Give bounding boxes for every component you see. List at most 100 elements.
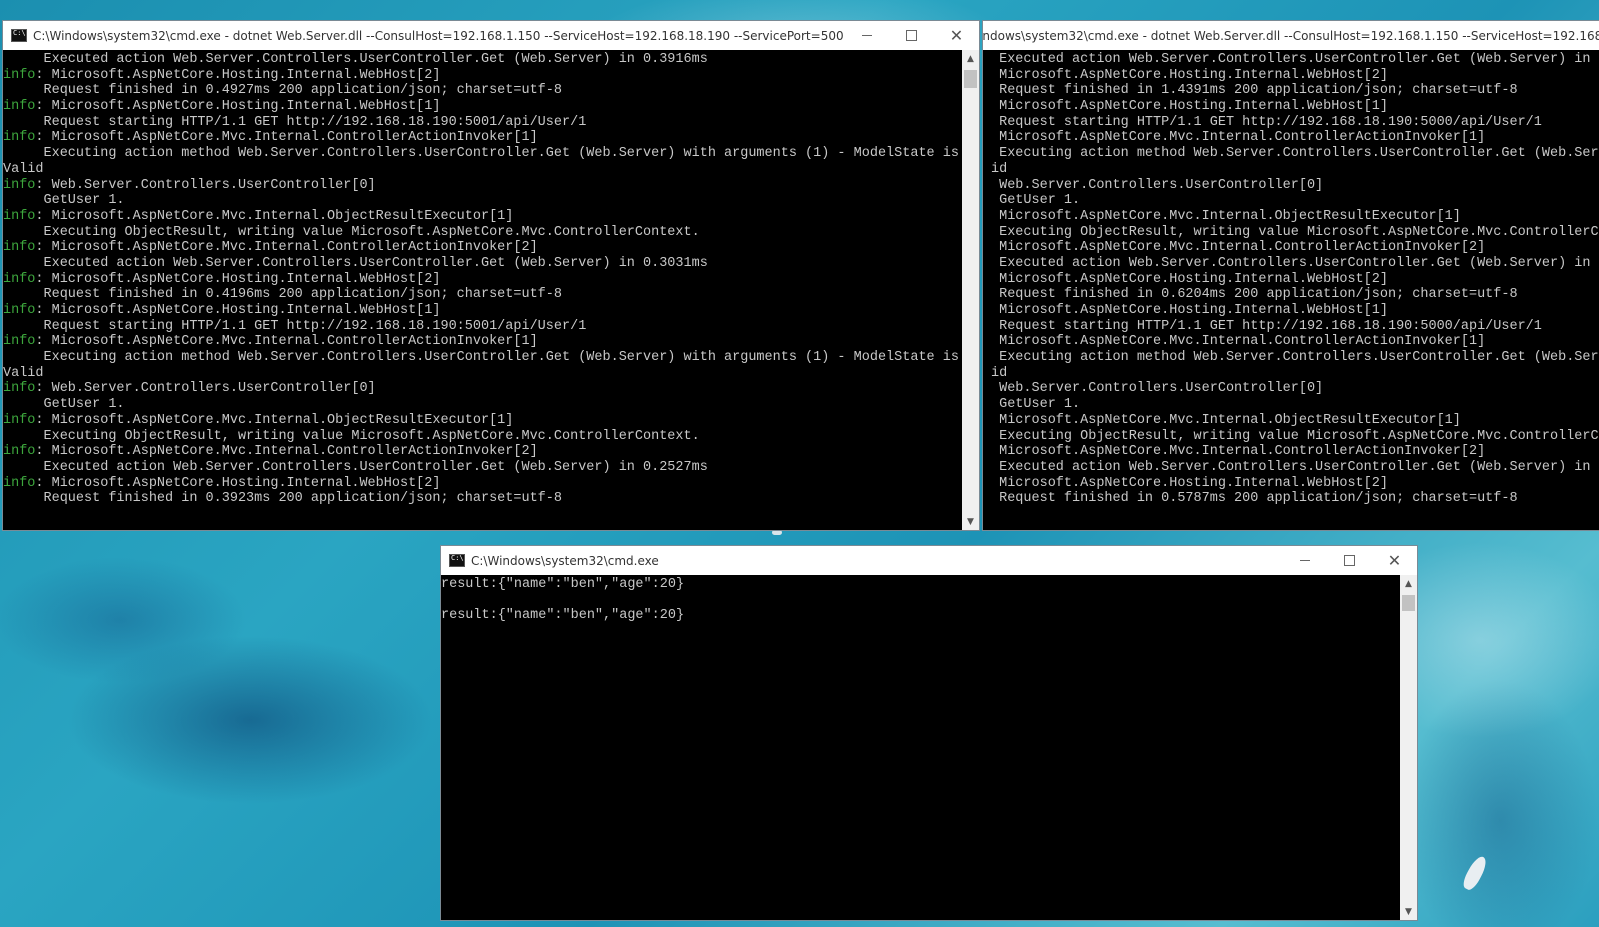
log-text: : Microsoft.AspNetCore.Mvc.Internal.Cont… [35,444,538,460]
log-level-tag: info [3,240,36,256]
console-line: Microsoft.AspNetCore.Hosting.Internal.We… [991,303,1599,319]
window-title: C:\Windows\system32\cmd.exe [471,553,659,568]
close-icon[interactable]: ✕ [1372,546,1417,575]
log-text: Microsoft.AspNetCore.Mvc.Internal.Contro… [991,240,1486,256]
log-text: Request finished in 0.3923ms 200 applica… [3,491,563,507]
console-line: Executing ObjectResult, writing value Mi… [991,429,1599,445]
log-text: Executed action Web.Server.Controllers.U… [991,459,1599,475]
console-line: GetUser 1. [991,193,1599,209]
log-level-tag: info [3,475,36,491]
titlebar[interactable]: C:\Windows\system32\cmd.exe ✕ [441,546,1417,575]
log-text: GetUser 1. [991,193,1081,209]
log-text: GetUser 1. [3,397,125,413]
log-text: Microsoft.AspNetCore.Hosting.Internal.We… [991,303,1388,318]
console-line: Microsoft.AspNetCore.Mvc.Internal.Contro… [991,130,1599,146]
log-text: Request finished in 1.4391ms 200 applica… [991,83,1518,99]
log-text: : Microsoft.AspNetCore.Hosting.Internal.… [35,271,441,287]
console-line: Request finished in 0.4927ms 200 applica… [3,83,962,99]
log-text: Request finished in 0.6204ms 200 applica… [991,287,1518,303]
log-text: id [991,161,1008,177]
console-line: Executing ObjectResult, writing value Mi… [991,225,1599,241]
log-text: Microsoft.AspNetCore.Mvc.Internal.Contro… [991,130,1486,146]
console-line: Executing action method Web.Server.Contr… [3,350,962,366]
console-line: info: Microsoft.AspNetCore.Hosting.Inter… [3,272,962,288]
log-text: : Microsoft.AspNetCore.Mvc.Internal.Cont… [35,240,538,256]
console-output[interactable]: Executed action Web.Server.Controllers.U… [983,50,1599,530]
log-text: : Microsoft.AspNetCore.Mvc.Internal.Obje… [35,412,514,428]
scroll-thumb[interactable] [964,70,977,88]
console-line: info: Microsoft.AspNetCore.Hosting.Inter… [3,99,962,115]
console-line: Web.Server.Controllers.UserController[0] [991,178,1599,194]
log-level-tag: info [3,177,36,193]
cmd-window-port-5000[interactable]: C:\Windows\system32\cmd.exe - dotnet Web… [982,20,1599,531]
close-icon[interactable]: ✕ [934,21,979,50]
vertical-scrollbar[interactable]: ▲ ▼ [1400,575,1417,920]
log-text: Web.Server.Controllers.UserController[0] [991,381,1324,397]
scroll-down-icon[interactable]: ▼ [962,513,979,530]
console-line: info: Microsoft.AspNetCore.Mvc.Internal.… [3,130,962,146]
console-line: Executed action Web.Server.Controllers.U… [991,256,1599,272]
console-line: Request finished in 0.5787ms 200 applica… [991,491,1599,507]
console-line: Request starting HTTP/1.1 GET http://192… [991,115,1599,131]
console-line: info: Microsoft.AspNetCore.Mvc.Internal.… [3,209,962,225]
log-text: Executed action Web.Server.Controllers.U… [3,52,708,67]
cmd-window-client[interactable]: C:\Windows\system32\cmd.exe ✕ result:{"n… [440,545,1418,921]
minimize-icon[interactable] [1282,546,1327,575]
log-text: result:{"name":"ben","age":20} [441,577,685,592]
log-text: Valid [3,161,44,177]
console-line: Microsoft.AspNetCore.Hosting.Internal.We… [991,68,1599,84]
scroll-up-icon[interactable]: ▲ [1400,575,1417,592]
console-line: Executed action Web.Server.Controllers.U… [3,256,962,272]
console-line: result:{"name":"ben","age":20} [441,608,1400,624]
window-title: C:\Windows\system32\cmd.exe - dotnet Web… [983,28,1599,43]
console-line: info: Microsoft.AspNetCore.Hosting.Inter… [3,303,962,319]
log-text: Request starting HTTP/1.1 GET http://192… [3,318,587,334]
console-line: Microsoft.AspNetCore.Mvc.Internal.Contro… [991,240,1599,256]
log-text: : Microsoft.AspNetCore.Hosting.Internal.… [35,303,441,318]
console-line: id [991,366,1599,382]
console-line: Microsoft.AspNetCore.Mvc.Internal.Object… [991,413,1599,429]
log-level-tag: info [3,444,36,460]
log-text: Microsoft.AspNetCore.Mvc.Internal.Object… [991,208,1461,224]
console-output[interactable]: result:{"name":"ben","age":20} result:{"n… [441,575,1400,920]
log-text: Request starting HTTP/1.1 GET http://192… [3,114,587,130]
log-text: Microsoft.AspNetCore.Hosting.Internal.We… [991,99,1388,115]
log-text: Request finished in 0.5787ms 200 applica… [991,491,1518,507]
console-line: GetUser 1. [3,193,962,209]
maximize-icon[interactable] [889,21,934,50]
log-text: Executing action method Web.Server.Contr… [999,350,1599,366]
log-text: Executing action method Web.Server.Contr… [3,146,959,162]
minimize-icon[interactable] [844,21,889,50]
scroll-thumb[interactable] [1402,595,1415,611]
log-text: Executed action Web.Server.Controllers.U… [3,255,708,271]
scroll-up-icon[interactable]: ▲ [962,50,979,67]
vertical-scrollbar[interactable]: ▲ ▼ [962,50,979,530]
log-text: Executed action Web.Server.Controllers.U… [991,255,1599,271]
titlebar[interactable]: C:\Windows\system32\cmd.exe - dotnet Web… [983,21,1599,50]
console-line: Web.Server.Controllers.UserController[0] [991,381,1599,397]
console-line: Request finished in 0.3923ms 200 applica… [3,491,962,507]
log-text: id [991,365,1008,381]
console-line: Microsoft.AspNetCore.Hosting.Internal.We… [991,99,1599,115]
log-text: Request starting HTTP/1.1 GET http://192… [991,318,1542,334]
log-text: Executing ObjectResult, writing value Mi… [3,428,700,444]
console-line: GetUser 1. [3,397,962,413]
maximize-icon[interactable] [1327,546,1372,575]
console-line: Request finished in 0.6204ms 200 applica… [991,287,1599,303]
log-text: : Microsoft.AspNetCore.Mvc.Internal.Cont… [35,130,538,146]
log-level-tag: info [3,130,36,146]
scroll-down-icon[interactable]: ▼ [1400,903,1417,920]
console-line: Valid [3,162,962,178]
console-output[interactable]: Executed action Web.Server.Controllers.U… [3,50,962,530]
cmd-window-port-5001[interactable]: C:\Windows\system32\cmd.exe - dotnet Web… [2,20,980,531]
log-level-tag: info [3,208,36,224]
log-text: : Microsoft.AspNetCore.Hosting.Internal.… [35,99,441,115]
console-line: Valid [3,366,962,382]
log-text: Executing action method Web.Server.Contr… [3,350,959,366]
log-text: Microsoft.AspNetCore.Mvc.Internal.Contro… [991,444,1486,460]
cmd-icon [11,29,27,42]
log-text: Executing ObjectResult, writing value Mi… [991,428,1599,444]
titlebar[interactable]: C:\Windows\system32\cmd.exe - dotnet Web… [3,21,979,50]
console-line: Microsoft.AspNetCore.Mvc.Internal.Object… [991,209,1599,225]
log-text: Request starting HTTP/1.1 GET http://192… [991,114,1542,130]
